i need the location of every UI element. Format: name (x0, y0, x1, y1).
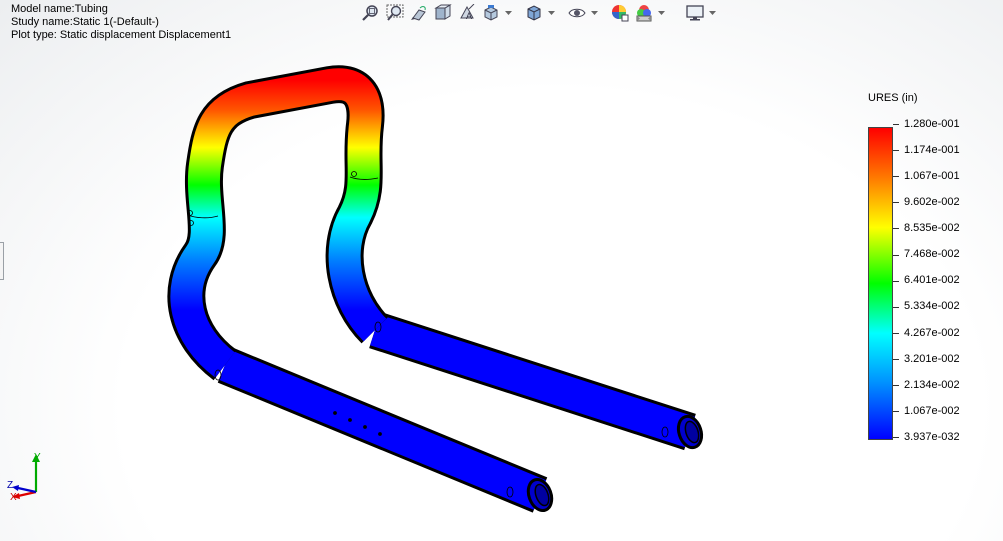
legend-label: 3.937e-032 (904, 431, 960, 443)
legend-tick (893, 411, 899, 413)
legend-tick (893, 202, 899, 204)
legend-label: 1.067e-001 (904, 170, 960, 182)
triad-x-label: X (10, 492, 17, 502)
legend-tick (893, 150, 899, 152)
legend-tick (893, 176, 899, 178)
legend-tick (893, 437, 899, 439)
legend-label: 7.468e-002 (904, 248, 960, 260)
legend-label: 1.067e-002 (904, 405, 960, 417)
triad-y-label: Y (34, 452, 41, 463)
legend-tick (893, 124, 899, 125)
legend-tick (893, 280, 899, 282)
legend-color-bar (868, 127, 893, 440)
legend-tick (893, 358, 899, 360)
legend-label: 3.201e-002 (904, 353, 960, 365)
legend-label: 4.267e-002 (904, 327, 960, 339)
legend-tick (893, 332, 899, 334)
legend-label: 6.401e-002 (904, 274, 960, 286)
tubing-displacement-plot[interactable] (0, 0, 1003, 541)
legend-title: URES (in) (868, 92, 918, 104)
legend-tick (893, 228, 899, 230)
legend-label: 8.535e-002 (904, 222, 960, 234)
legend-tick (893, 385, 899, 386)
legend-label: 1.174e-001 (904, 144, 960, 156)
legend-label: 5.334e-002 (904, 300, 960, 312)
legend-tick (893, 306, 899, 308)
triad-z-label: Z (7, 480, 13, 491)
legend-label: 2.134e-002 (904, 379, 960, 391)
legend-label: 9.602e-002 (904, 196, 960, 208)
legend-label: 1.280e-001 (904, 118, 960, 130)
tube-frame (167, 65, 390, 381)
legend-tick (893, 254, 899, 256)
reference-triad: Y Z X (7, 452, 41, 502)
